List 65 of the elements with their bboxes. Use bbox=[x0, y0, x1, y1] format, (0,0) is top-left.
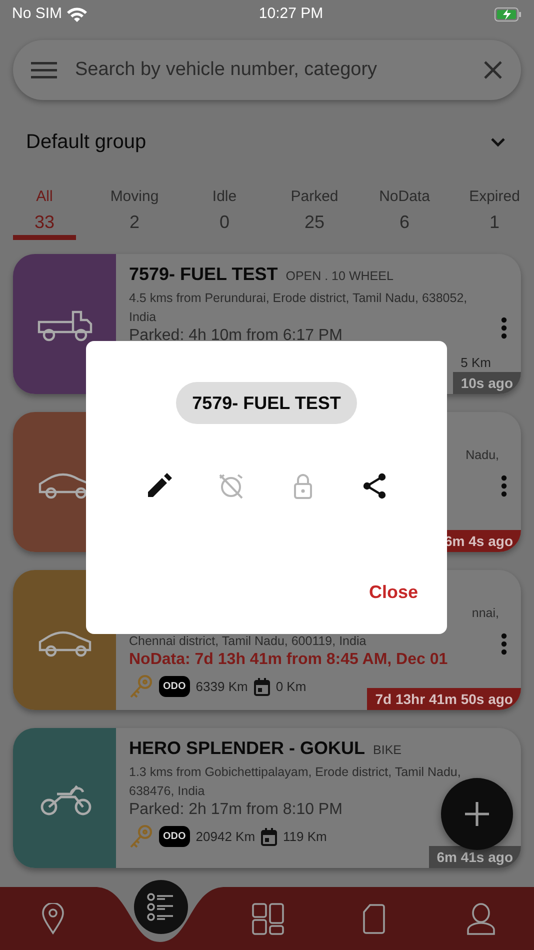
map-pin-icon bbox=[41, 902, 66, 934]
odometer-reading: 20942 Km bbox=[196, 828, 256, 846]
filter-tab[interactable]: NoData 6 bbox=[373, 184, 436, 235]
more-button[interactable] bbox=[501, 633, 507, 655]
vehicle-name: 7579- FUEL TEST bbox=[129, 263, 278, 286]
battery-charging-icon bbox=[494, 6, 522, 22]
status-text: Parked: 2h 17m from 8:10 PM bbox=[129, 800, 342, 818]
key-icon bbox=[129, 824, 153, 850]
alarm-off-icon bbox=[216, 472, 244, 500]
filter-tab[interactable]: Idle 0 bbox=[193, 184, 256, 235]
more-button[interactable] bbox=[501, 317, 507, 339]
close-button[interactable]: Close bbox=[368, 579, 418, 606]
vehicle-card[interactable]: HERO SPLENDER - GOKUL BIKE 1.3 kms from Gobichettipalayam, Erode district, Tamil Nadu, 638476, India Parked: 2h 17m from 8:10 PM ODO 20942 Km 119 Km 6m 41s ago bbox=[13, 728, 521, 868]
more-vertical-icon bbox=[501, 633, 507, 655]
odometer-reading: 6339 Km bbox=[196, 678, 248, 696]
more-button[interactable] bbox=[501, 475, 507, 497]
calendar-icon bbox=[254, 678, 270, 696]
carrier-label: No SIM bbox=[12, 4, 62, 24]
address-text: Nadu, bbox=[466, 447, 499, 464]
group-dropdown[interactable]: Default group bbox=[26, 127, 146, 157]
menu-button[interactable] bbox=[31, 60, 57, 80]
trip-distance: 119 Km bbox=[283, 828, 327, 846]
odometer-badge: ODO bbox=[159, 676, 190, 698]
profile-icon bbox=[466, 902, 496, 934]
address-text: 4.5 kms from Perundurai, Erode district, Tamil Nadu, 638052, bbox=[129, 290, 468, 307]
address-text: nnai, bbox=[472, 605, 499, 622]
share-icon bbox=[360, 472, 388, 500]
more-vertical-icon bbox=[501, 475, 507, 497]
vehicle-name: HERO SPLENDER - GOKUL bbox=[129, 737, 366, 760]
key-icon bbox=[129, 674, 153, 700]
address-text: India bbox=[129, 308, 156, 326]
address-text: Chennai district, Tamil Nadu, 600119, India bbox=[129, 633, 366, 650]
plus-icon bbox=[464, 801, 490, 827]
filter-tab[interactable]: Parked 25 bbox=[283, 184, 346, 235]
status-text: NoData: 7d 13h 41m from 8:45 AM, Dec 01 bbox=[129, 650, 448, 668]
address-text: 638476, India bbox=[129, 782, 205, 800]
clock-time: 10:27 PM bbox=[258, 4, 324, 24]
filter-tab[interactable]: All 33 bbox=[13, 184, 76, 240]
trip-distance: 0 Km bbox=[276, 678, 306, 696]
search-bar[interactable]: Search by vehicle number, category bbox=[13, 40, 521, 100]
dashboard-icon bbox=[252, 902, 284, 934]
list-icon bbox=[146, 892, 175, 920]
calendar-icon bbox=[261, 828, 278, 846]
last-update-badge: 10s ago bbox=[452, 372, 521, 394]
action-button[interactable] bbox=[360, 472, 388, 500]
last-update-badge: 6m 41s ago bbox=[428, 846, 521, 868]
clear-button[interactable] bbox=[483, 60, 503, 80]
nav-tab[interactable] bbox=[134, 880, 188, 934]
last-update-badge: 7d 13hr 41m 50s ago bbox=[367, 688, 521, 710]
vehicle-chip: 7579- FUEL TEST bbox=[176, 382, 357, 424]
vehicle-type: BIKE bbox=[373, 742, 402, 759]
document-icon bbox=[362, 904, 386, 934]
wifi-icon bbox=[66, 6, 88, 22]
filter-tab[interactable]: Moving 2 bbox=[103, 184, 166, 235]
close-icon bbox=[483, 60, 503, 80]
status-text: Parked: 4h 10m from 6:17 PM bbox=[129, 326, 342, 344]
vehicle-type: OPEN . 10 WHEEL bbox=[286, 268, 394, 285]
address-text: 1.3 kms from Gobichettipalayam, Erode district, Tamil Nadu, bbox=[129, 764, 461, 781]
more-vertical-icon bbox=[501, 317, 507, 339]
menu-icon bbox=[31, 60, 57, 80]
search-field[interactable]: Search by vehicle number, category bbox=[73, 54, 467, 86]
chevron-down-icon[interactable] bbox=[490, 137, 506, 147]
trip-distance: 5 Km bbox=[460, 354, 491, 372]
odometer-badge: ODO bbox=[159, 826, 190, 847]
filter-tab[interactable]: Expired 1 bbox=[463, 184, 526, 235]
